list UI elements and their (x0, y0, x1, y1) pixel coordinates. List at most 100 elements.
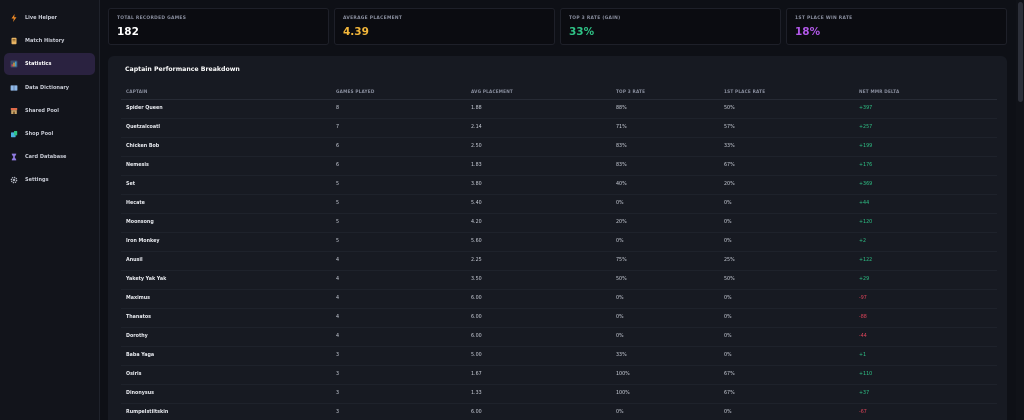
first-place-rate-cell: 0% (724, 315, 732, 320)
table-row[interactable]: Rumpelstiltskin 3 6.00 0% 0% -67 (121, 404, 997, 420)
top3-rate-cell: 83% (616, 163, 627, 168)
first-place-rate-cell: 67% (724, 391, 735, 396)
scrollbar-thumb[interactable] (1018, 2, 1023, 102)
first-place-rate-cell: 67% (724, 163, 735, 168)
mmr-delta-cell: +199 (859, 144, 873, 149)
stat-value: 182 (117, 26, 139, 38)
first-place-rate-cell: 67% (724, 372, 735, 377)
table-row[interactable]: Maximus 4 6.00 0% 0% -97 (121, 290, 997, 309)
top3-rate-cell: 100% (616, 391, 630, 396)
games-played-cell: 6 (336, 144, 340, 149)
first-place-rate-cell: 0% (724, 410, 732, 415)
first-place-rate-cell: 50% (724, 277, 735, 282)
table-row[interactable]: Spider Queen 8 1.88 88% 50% +397 (121, 100, 997, 119)
captain-cell: Rumpelstiltskin (126, 410, 169, 415)
mmr-delta-cell: +397 (859, 106, 873, 111)
sidebar-item-live-helper[interactable]: Live Helper (4, 7, 95, 28)
games-played-cell: 4 (336, 258, 340, 263)
scroll-icon (10, 37, 18, 45)
stat-label: TOP 3 RATE (GAIN) (569, 16, 621, 21)
stat-value: 18% (795, 26, 821, 38)
stat-label: TOTAL RECORDED GAMES (117, 16, 187, 21)
avg-placement-cell: 2.25 (471, 258, 482, 263)
table-row[interactable]: Set 5 3.80 40% 20% +369 (121, 176, 997, 195)
table-row[interactable]: Hecate 5 5.40 0% 0% +44 (121, 195, 997, 214)
table-row[interactable]: Dorothy 4 6.00 0% 0% -44 (121, 328, 997, 347)
table-row[interactable]: Baba Yaga 3 5.00 33% 0% +1 (121, 347, 997, 366)
mmr-delta-cell: +257 (859, 125, 873, 130)
top3-rate-cell: 75% (616, 258, 627, 263)
avg-placement-cell: 6.00 (471, 410, 482, 415)
table-row[interactable]: Yakety Yak Yak 4 3.50 50% 50% +29 (121, 271, 997, 290)
sidebar-item-statistics[interactable]: Statistics (4, 53, 95, 75)
column-header-captain[interactable]: CAPTAIN (126, 89, 148, 94)
captain-cell: Yakety Yak Yak (126, 277, 167, 282)
first-place-rate-cell: 0% (724, 353, 732, 358)
games-played-cell: 4 (336, 315, 340, 320)
table-header: CAPTAIN GAMES PLAYED AVG PLACEMENT TOP 3 RA… (121, 82, 997, 100)
games-played-cell: 4 (336, 296, 340, 301)
mmr-delta-cell: +369 (859, 182, 873, 187)
table-row[interactable]: Moonsong 5 4.20 20% 0% +120 (121, 214, 997, 233)
column-header-avg-placement[interactable]: AVG PLACEMENT (471, 89, 513, 94)
captain-cell: Anusil (126, 258, 143, 263)
sidebar-item-data-dictionary[interactable]: Data Dictionary (4, 77, 95, 98)
gear-icon (10, 176, 18, 184)
top3-rate-cell: 0% (616, 315, 624, 320)
games-played-cell: 3 (336, 410, 340, 415)
top3-rate-cell: 0% (616, 334, 624, 339)
column-header-1st-place-rate[interactable]: 1ST PLACE RATE (724, 89, 765, 94)
table-row[interactable]: Iron Monkey 5 5.60 0% 0% +2 (121, 233, 997, 252)
mmr-delta-cell: +37 (859, 391, 870, 396)
mmr-delta-cell: +120 (859, 220, 873, 225)
sidebar-item-label: Data Dictionary (25, 84, 70, 91)
table-row[interactable]: Osiris 3 1.67 100% 67% +110 (121, 366, 997, 385)
top3-rate-cell: 33% (616, 353, 627, 358)
first-place-rate-cell: 0% (724, 201, 732, 206)
panel-title: Captain Performance Breakdown (125, 66, 240, 73)
sidebar-item-label: Statistics (25, 61, 52, 67)
sidebar-item-match-history[interactable]: Match History (4, 30, 95, 51)
sidebar-item-shared-pool[interactable]: Shared Pool (4, 100, 95, 121)
mmr-delta-cell: -44 (859, 334, 867, 339)
table-row[interactable]: Dinonysus 3 1.33 100% 67% +37 (121, 385, 997, 404)
avg-placement-cell: 2.50 (471, 144, 482, 149)
table-row[interactable]: Nemesis 6 1.83 83% 67% +176 (121, 157, 997, 176)
games-played-cell: 3 (336, 372, 340, 377)
captain-cell: Chicken Bob (126, 144, 160, 149)
avg-placement-cell: 4.20 (471, 220, 482, 225)
sidebar-item-card-database[interactable]: Card Database (4, 146, 95, 167)
games-played-cell: 3 (336, 353, 340, 358)
avg-placement-cell: 3.50 (471, 277, 482, 282)
mmr-delta-cell: +176 (859, 163, 873, 168)
column-header-top-3-rate[interactable]: TOP 3 RATE (616, 89, 645, 94)
page-scrollbar[interactable] (1016, 0, 1024, 420)
column-header-games-played[interactable]: GAMES PLAYED (336, 89, 375, 94)
table-row[interactable]: Chicken Bob 6 2.50 83% 33% +199 (121, 138, 997, 157)
sidebar: Live Helper Match History Statistics Data D… (0, 0, 100, 420)
captain-cell: Thanatos (126, 315, 152, 320)
hourglass-icon (10, 153, 18, 161)
avg-placement-cell: 1.83 (471, 163, 482, 168)
mmr-delta-cell: +29 (859, 277, 870, 282)
top3-rate-cell: 83% (616, 144, 627, 149)
captain-cell: Hecate (126, 201, 145, 206)
captain-cell: Osiris (126, 372, 142, 377)
main-content: TOTAL RECORDED GAMES 182 AVERAGE PLACEMENT… (108, 0, 1016, 420)
table-row[interactable]: Anusil 4 2.25 75% 25% +122 (121, 252, 997, 271)
captain-cell: Nemesis (126, 163, 149, 168)
sidebar-item-label: Shared Pool (25, 107, 59, 114)
captain-cell: Dinonysus (126, 391, 155, 396)
mmr-delta-cell: +1 (859, 353, 867, 358)
sidebar-item-settings[interactable]: Settings (4, 169, 95, 190)
column-header-net-mmr-delta[interactable]: NET MMR DELTA (859, 89, 899, 94)
captain-cell: Set (126, 182, 136, 187)
table-row[interactable]: Quetzalcoatl 7 2.14 71% 57% +257 (121, 119, 997, 138)
table-row[interactable]: Thanatos 4 6.00 0% 0% -88 (121, 309, 997, 328)
avg-placement-cell: 6.00 (471, 315, 482, 320)
first-place-rate-cell: 0% (724, 334, 732, 339)
stat-value: 33% (569, 26, 595, 38)
first-place-rate-cell: 0% (724, 239, 732, 244)
top3-rate-cell: 71% (616, 125, 627, 130)
sidebar-item-shop-pool[interactable]: Shop Pool (4, 123, 95, 144)
